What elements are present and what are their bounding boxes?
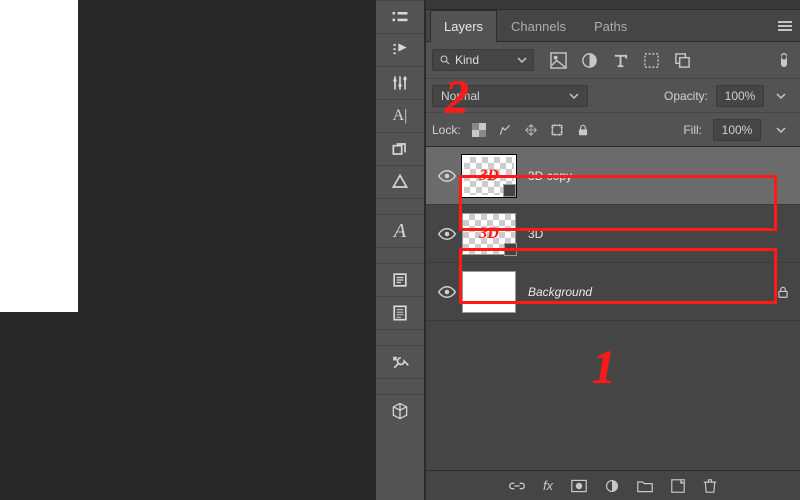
blend-mode-row: Normal Opacity: 100% bbox=[426, 78, 800, 112]
visibility-toggle-icon[interactable] bbox=[432, 170, 462, 182]
visibility-toggle-icon[interactable] bbox=[432, 228, 462, 240]
lock-label: Lock: bbox=[432, 123, 461, 137]
layer-effects-icon[interactable]: fx bbox=[543, 478, 553, 493]
layer-thumbnail[interactable] bbox=[462, 271, 516, 313]
delete-layer-icon[interactable] bbox=[703, 478, 717, 494]
character-icon[interactable]: A| bbox=[376, 99, 424, 132]
notes-icon[interactable] bbox=[376, 296, 424, 329]
layers-panel: Layers Channels Paths Kind Normal Opacit… bbox=[425, 0, 800, 500]
adjustments-icon[interactable] bbox=[376, 66, 424, 99]
layer-panel-footer: fx bbox=[426, 470, 800, 500]
chevron-down-icon bbox=[569, 91, 579, 101]
filter-adjustment-icon[interactable] bbox=[581, 52, 598, 69]
filter-smart-icon[interactable] bbox=[674, 52, 691, 69]
filter-type-icons bbox=[550, 52, 691, 69]
filter-shape-icon[interactable] bbox=[643, 52, 660, 69]
brushes-icon[interactable] bbox=[376, 33, 424, 66]
paragraph-icon[interactable] bbox=[376, 263, 424, 296]
blend-mode-select[interactable]: Normal bbox=[432, 85, 588, 107]
layer-list: 3D 3D copy 3D 3D Background bbox=[426, 146, 800, 470]
tab-layers[interactable]: Layers bbox=[430, 10, 497, 42]
opacity-label: Opacity: bbox=[664, 89, 708, 103]
panel-collapse-bar[interactable] bbox=[426, 0, 800, 10]
layer-name[interactable]: 3D bbox=[528, 227, 543, 241]
layer-mask-icon[interactable] bbox=[571, 479, 587, 493]
filter-kind-label: Kind bbox=[455, 53, 479, 67]
layer-row-3d-copy[interactable]: 3D 3D copy bbox=[426, 147, 800, 205]
blend-mode-value: Normal bbox=[441, 89, 480, 103]
filter-type-icon[interactable] bbox=[612, 52, 629, 69]
layer-row-3d[interactable]: 3D 3D bbox=[426, 205, 800, 263]
lock-all-icon[interactable] bbox=[576, 123, 590, 137]
panel-tabs: Layers Channels Paths bbox=[426, 10, 800, 42]
smart-object-badge-icon bbox=[503, 184, 516, 197]
3d-icon[interactable] bbox=[376, 394, 424, 427]
link-layers-icon[interactable] bbox=[509, 480, 525, 492]
tools-icon[interactable] bbox=[376, 345, 424, 378]
libraries-icon[interactable] bbox=[376, 165, 424, 198]
layer-row-background[interactable]: Background bbox=[426, 263, 800, 321]
glyphs-icon[interactable]: A bbox=[376, 214, 424, 247]
canvas-area[interactable] bbox=[0, 0, 375, 500]
layer-thumbnail[interactable]: 3D bbox=[462, 213, 516, 255]
fill-input[interactable]: 100% bbox=[713, 119, 761, 141]
tab-paths[interactable]: Paths bbox=[580, 10, 641, 41]
panel-toolbar: A| A bbox=[375, 0, 425, 500]
lock-artboard-icon[interactable] bbox=[550, 123, 564, 137]
filter-pixel-icon[interactable] bbox=[550, 52, 567, 69]
layer-name[interactable]: Background bbox=[528, 285, 592, 299]
lock-icon[interactable] bbox=[776, 285, 790, 299]
fill-dropdown-icon[interactable] bbox=[772, 125, 790, 135]
new-layer-icon[interactable] bbox=[671, 479, 685, 493]
fill-label: Fill: bbox=[683, 123, 702, 137]
new-group-icon[interactable] bbox=[637, 479, 653, 493]
lock-transparency-icon[interactable] bbox=[472, 123, 486, 137]
properties-icon[interactable] bbox=[376, 0, 424, 33]
layer-name[interactable]: 3D copy bbox=[528, 169, 572, 183]
layer-filter-row: Kind bbox=[426, 42, 800, 78]
lock-pixels-icon[interactable] bbox=[498, 123, 512, 137]
smart-object-badge-icon bbox=[504, 243, 517, 256]
filter-kind-select[interactable]: Kind bbox=[432, 49, 534, 71]
lock-position-icon[interactable] bbox=[524, 123, 538, 137]
opacity-input[interactable]: 100% bbox=[716, 85, 764, 107]
canvas-document[interactable] bbox=[0, 0, 78, 312]
chevron-down-icon bbox=[517, 55, 527, 65]
visibility-toggle-icon[interactable] bbox=[432, 286, 462, 298]
layer-thumbnail[interactable]: 3D bbox=[462, 155, 516, 197]
filter-toggle-icon[interactable] bbox=[778, 51, 790, 69]
opacity-dropdown-icon[interactable] bbox=[772, 91, 790, 101]
panel-menu-icon[interactable] bbox=[770, 10, 800, 41]
clone-source-icon[interactable] bbox=[376, 132, 424, 165]
adjustment-layer-icon[interactable] bbox=[605, 479, 619, 493]
tab-channels[interactable]: Channels bbox=[497, 10, 580, 41]
lock-row: Lock: Fill: 100% bbox=[426, 112, 800, 146]
